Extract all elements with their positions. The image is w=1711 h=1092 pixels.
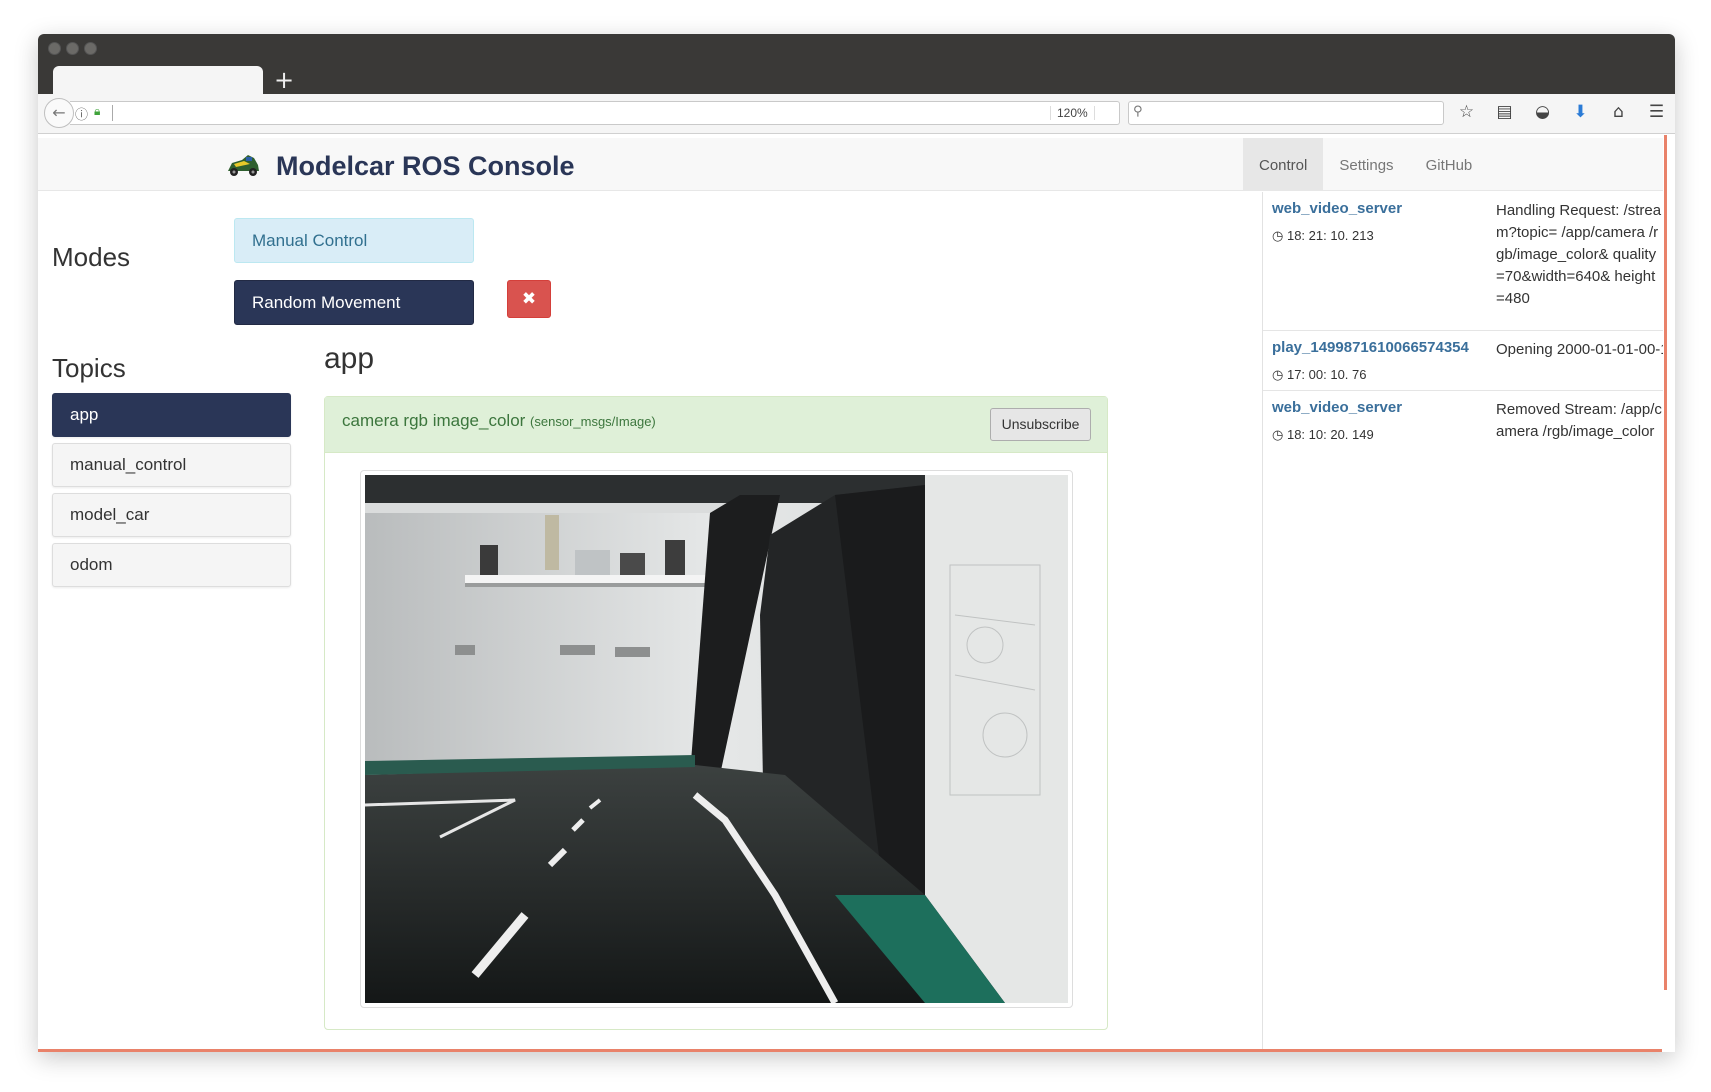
log-time-text: 18: 10: 20. 149 xyxy=(1286,427,1374,442)
clock-icon: ◷ xyxy=(1272,368,1284,383)
log-time-text: 17: 00: 10. 76 xyxy=(1286,367,1367,382)
camera-image xyxy=(364,475,1068,1005)
log-entry: web_video_server ◷ 18: 10: 20. 149 Remov… xyxy=(1263,391,1663,475)
app-header: Modelcar ROS Console Control Settings Gi… xyxy=(38,138,1663,191)
subscription-heading: camera rgb image_color (sensor_msgs/Imag… xyxy=(325,397,1107,453)
title-bar: + xyxy=(38,34,1675,96)
subscription-topic: camera rgb image_color (sensor_msgs/Imag… xyxy=(342,411,656,431)
search-input[interactable]: ⚲ xyxy=(1128,101,1444,125)
tab-github[interactable]: GitHub xyxy=(1410,138,1489,191)
subscription-topic-name: camera rgb image_color xyxy=(342,411,526,430)
modes-heading: Modes xyxy=(52,242,131,272)
close-window-button[interactable] xyxy=(48,42,61,55)
log-time-text: 18: 21: 10. 213 xyxy=(1286,228,1374,243)
topic-title: app xyxy=(324,342,375,375)
tab-settings[interactable]: Settings xyxy=(1323,138,1409,191)
search-icon: ⚲ xyxy=(1133,104,1143,119)
topic-item-manual-control[interactable]: manual_control xyxy=(52,443,291,487)
bookmark-star-icon[interactable]: ☆ xyxy=(1456,102,1477,122)
manual-control-button[interactable]: Manual Control xyxy=(234,218,474,263)
log-timestamp: ◷ 17: 00: 10. 76 xyxy=(1272,367,1366,383)
subscription-panel: camera rgb image_color (sensor_msgs/Imag… xyxy=(324,396,1108,1030)
back-button[interactable]: ← xyxy=(44,98,74,128)
minimize-window-button[interactable] xyxy=(66,42,79,55)
topics-heading: Topics xyxy=(52,353,126,383)
maximize-window-button[interactable] xyxy=(84,42,97,55)
topic-item-model-car[interactable]: model_car xyxy=(52,493,291,537)
log-node-link[interactable]: web_video_server xyxy=(1272,399,1402,416)
unsubscribe-button[interactable]: Unsubscribe xyxy=(990,408,1091,441)
new-tab-button[interactable]: + xyxy=(274,68,294,92)
browser-toolbar: ⓘ 🔒︎ 120% ⟳ ← ⚲ ☆ ▤ ◒ ⬇ ⌂ ☰ xyxy=(38,94,1675,134)
home-icon[interactable]: ⌂ xyxy=(1608,102,1629,122)
camera-frame xyxy=(360,470,1073,1008)
lock-icon: 🔒︎ xyxy=(94,104,101,118)
menu-icon[interactable]: ☰ xyxy=(1646,102,1667,122)
log-node-link[interactable]: web_video_server xyxy=(1272,200,1402,217)
log-node-link[interactable]: play_1499871610066574354 xyxy=(1272,339,1469,356)
log-entry: web_video_server ◷ 18: 21: 10. 213 Handl… xyxy=(1263,192,1663,331)
model-car-logo-icon xyxy=(228,155,259,176)
browser-window: + ⓘ 🔒︎ 120% ⟳ ← ⚲ ☆ ▤ ◒ ⬇ ⌂ ☰ xyxy=(38,34,1675,1052)
log-entry: play_1499871610066574354 ◷ 17: 00: 10. 7… xyxy=(1263,331,1663,391)
log-message: Opening 2000-01-01-00-12-28.ba xyxy=(1496,341,1663,358)
browser-tab[interactable] xyxy=(53,66,263,96)
page-scrollbar[interactable] xyxy=(1664,135,1667,990)
download-icon[interactable]: ⬇ xyxy=(1570,102,1591,122)
topic-list: app manual_control model_car odom xyxy=(52,393,291,593)
app-title[interactable]: Modelcar ROS Console xyxy=(276,151,575,182)
topic-item-odom[interactable]: odom xyxy=(52,543,291,587)
tab-control[interactable]: Control xyxy=(1243,138,1324,191)
reading-list-icon[interactable]: ▤ xyxy=(1494,102,1515,122)
log-timestamp: ◷ 18: 10: 20. 149 xyxy=(1272,427,1374,443)
random-movement-button[interactable]: Random Movement xyxy=(234,280,474,325)
log-sidebar: web_video_server ◷ 18: 21: 10. 213 Handl… xyxy=(1262,192,1663,1049)
log-message: Removed Stream: /app/camera /rgb/image_c… xyxy=(1496,401,1662,440)
stop-mode-button[interactable]: ✖ xyxy=(507,280,551,318)
info-icon[interactable]: ⓘ xyxy=(75,104,88,123)
topic-item-app[interactable]: app xyxy=(52,393,291,437)
clock-icon: ◷ xyxy=(1272,229,1284,244)
page-bottom-border xyxy=(38,1049,1662,1052)
zoom-level[interactable]: 120% xyxy=(1050,106,1095,120)
log-timestamp: ◷ 18: 21: 10. 213 xyxy=(1272,228,1374,244)
header-nav: Control Settings GitHub xyxy=(1243,138,1488,191)
toolbar-icons: ☆ ▤ ◒ ⬇ ⌂ ☰ xyxy=(1456,102,1667,122)
web-page: Modelcar ROS Console Control Settings Gi… xyxy=(38,135,1675,1052)
url-cursor xyxy=(112,105,113,121)
pocket-icon[interactable]: ◒ xyxy=(1532,102,1553,122)
log-message: Handling Request: /stream?topic= /app/ca… xyxy=(1496,202,1662,307)
window-controls xyxy=(48,42,97,55)
address-bar[interactable]: ⓘ 🔒︎ 120% ⟳ xyxy=(70,101,1145,125)
subscription-msg-type: (sensor_msgs/Image) xyxy=(530,414,656,429)
clock-icon: ◷ xyxy=(1272,428,1284,443)
